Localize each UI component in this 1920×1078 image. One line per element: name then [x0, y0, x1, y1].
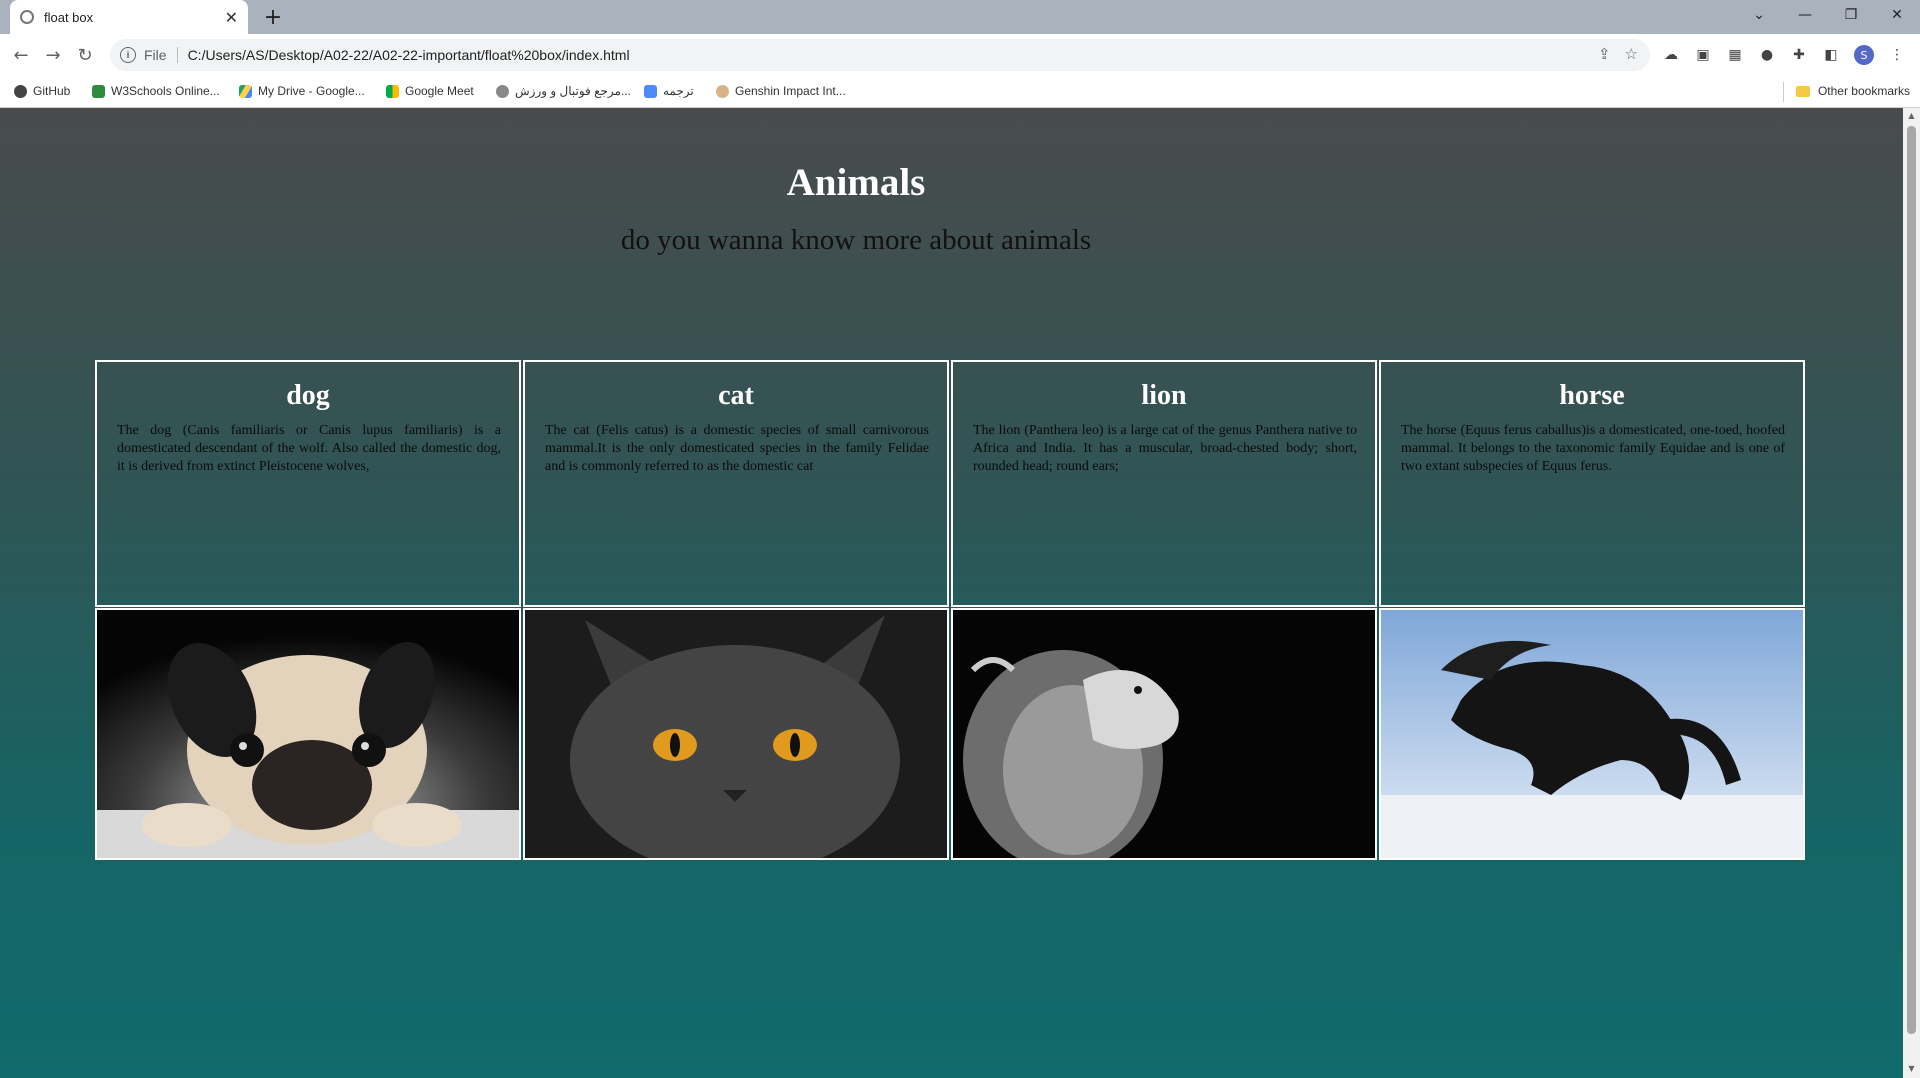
google-meet-icon	[386, 84, 399, 98]
bookmark-label: ترجمه	[663, 84, 694, 98]
tab-search-icon[interactable]: ⌄	[1736, 0, 1782, 30]
bookmark-label: W3Schools Online...	[111, 84, 220, 98]
url-text[interactable]: C:/Users/AS/Desktop/A02-22/A02-22-import…	[188, 47, 630, 63]
card-text: The lion (Panthera leo) is a large cat o…	[973, 423, 1357, 474]
browser-toolbar: ← → ↻ i File C:/Users/AS/Desktop/A02-22/…	[0, 34, 1920, 76]
back-icon[interactable]: ←	[8, 42, 34, 68]
other-bookmarks-label: Other bookmarks	[1817, 84, 1910, 98]
card-title: cat	[718, 380, 754, 411]
card-text: The horse (Equus ferus caballus)is a dom…	[1401, 423, 1785, 474]
black-horse-photo	[1379, 608, 1805, 860]
bookmark-w3schools[interactable]: W3Schools Online...	[92, 84, 220, 98]
bookmark-label: Google Meet	[405, 84, 474, 98]
card-text: The dog (Canis familiaris or Canis lupus…	[117, 423, 501, 474]
bookmarks-bar: GitHub W3Schools Online... My Drive - Go…	[0, 76, 1920, 108]
scroll-down-icon[interactable]: ▼	[1907, 1064, 1916, 1073]
profile-avatar[interactable]: S	[1854, 45, 1874, 65]
animal-grid: dog The dog (Canis familiaris or Canis l…	[95, 360, 1809, 860]
page-body: Animals do you wanna know more about ani…	[0, 108, 1903, 1078]
bookmark-github[interactable]: GitHub	[14, 84, 70, 98]
card-title: lion	[1141, 380, 1187, 411]
pug-photo	[95, 608, 521, 860]
bookmark-translate[interactable]: ترجمه	[644, 84, 694, 98]
vertical-scrollbar[interactable]: ▲ ▼	[1903, 108, 1920, 1078]
extensions-puzzle-icon[interactable]: ✚	[1790, 46, 1808, 64]
lion-photo	[951, 608, 1377, 860]
menu-kebab-icon[interactable]: ⋮	[1888, 46, 1906, 64]
url-scheme: File	[144, 47, 178, 63]
grey-cat-photo	[523, 608, 949, 860]
close-window-button[interactable]: ✕	[1874, 0, 1920, 30]
card-horse: horse The horse (Equus ferus caballus)is…	[1379, 360, 1805, 607]
info-icon[interactable]: i	[120, 47, 136, 63]
bookmark-star-icon[interactable]: ☆	[1625, 45, 1638, 63]
extension-globe-icon[interactable]: ●	[1758, 46, 1776, 64]
bookmark-google-meet[interactable]: Google Meet	[386, 84, 474, 98]
w3schools-icon	[92, 84, 105, 98]
card-title: dog	[286, 380, 330, 411]
football-site-icon	[496, 84, 509, 98]
share-icon[interactable]: ⇪	[1598, 45, 1611, 63]
extension-robot-icon[interactable]: ▣	[1694, 46, 1712, 64]
bookmark-label: GitHub	[33, 84, 71, 98]
translate-icon	[644, 84, 657, 98]
tab-title: float box	[44, 9, 94, 25]
google-drive-icon	[239, 84, 252, 98]
bookmark-label: My Drive - Google...	[258, 84, 365, 98]
other-bookmarks[interactable]: Other bookmarks	[1795, 84, 1910, 98]
bookmark-football[interactable]: مرجع فوتبال و ورزش...	[496, 84, 631, 98]
bookmark-label: Genshin Impact Int...	[735, 84, 846, 98]
github-icon	[14, 84, 27, 98]
forward-icon[interactable]: →	[40, 42, 66, 68]
card-title: horse	[1559, 380, 1625, 411]
close-tab-icon[interactable]: ✕	[225, 8, 238, 27]
card-text: The cat (Felis catus) is a domestic spec…	[545, 423, 929, 474]
minimize-button[interactable]: —	[1782, 0, 1828, 30]
scrollbar-thumb[interactable]	[1907, 126, 1916, 1034]
extension-grid-icon[interactable]: ▦	[1726, 46, 1744, 64]
card-cat: cat The cat (Felis catus) is a domestic …	[523, 360, 949, 607]
bookmark-genshin[interactable]: Genshin Impact Int...	[716, 84, 846, 98]
extension-cloud-icon[interactable]: ☁	[1662, 46, 1680, 64]
folder-icon	[1795, 85, 1810, 97]
globe-icon	[20, 10, 34, 24]
card-lion: lion The lion (Panthera leo) is a large …	[951, 360, 1377, 607]
page-subtitle: do you wanna know more about animals	[620, 224, 1092, 256]
card-dog: dog The dog (Canis familiaris or Canis l…	[95, 360, 521, 607]
restore-button[interactable]: ❐	[1828, 0, 1874, 30]
page-title: Animals	[786, 161, 926, 204]
browser-tab[interactable]: float box ✕	[10, 0, 248, 34]
side-panel-icon[interactable]: ◧	[1822, 46, 1840, 64]
tab-strip: float box ✕ + ⌄ — ❐ ✕	[0, 0, 1920, 34]
scroll-up-icon[interactable]: ▲	[1907, 111, 1916, 120]
address-bar[interactable]: i File C:/Users/AS/Desktop/A02-22/A02-22…	[110, 39, 1650, 71]
bookmark-google-drive[interactable]: My Drive - Google...	[239, 84, 365, 98]
reload-icon[interactable]: ↻	[72, 42, 98, 68]
new-tab-button[interactable]: +	[260, 4, 286, 30]
bookmark-label: مرجع فوتبال و ورزش...	[515, 84, 631, 98]
bookmarks-divider	[1783, 82, 1784, 102]
genshin-icon	[716, 84, 729, 98]
